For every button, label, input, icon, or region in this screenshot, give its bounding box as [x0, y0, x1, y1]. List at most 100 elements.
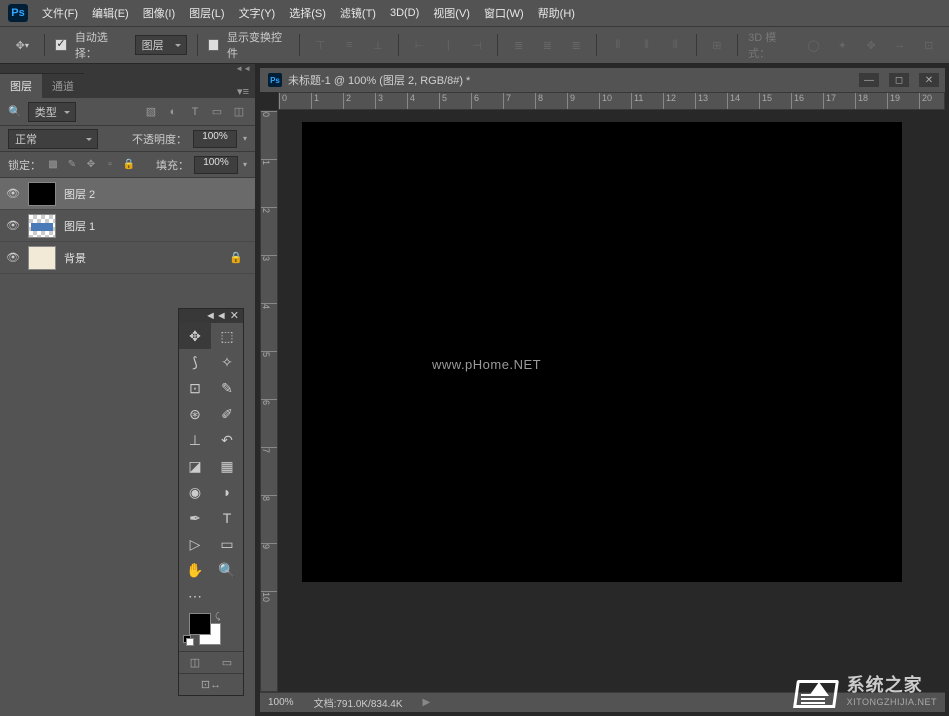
search-icon[interactable]: 🔍	[8, 105, 22, 118]
menu-help[interactable]: 帮助(H)	[538, 5, 575, 21]
distribute-bottom-icon[interactable]: ≣	[566, 35, 587, 55]
horizontal-ruler[interactable]: 01234567891011121314151617181920	[278, 92, 945, 110]
edit-toolbar[interactable]: ⋯	[179, 583, 243, 609]
heal-tool[interactable]: ⊛	[179, 401, 211, 427]
maximize-button[interactable]: ◻	[889, 73, 909, 87]
eyedropper-tool[interactable]: ✎	[211, 375, 243, 401]
auto-align-icon[interactable]: ⊞	[706, 35, 727, 55]
layer-row[interactable]: 👁 背景 🔒	[0, 242, 255, 274]
pen-tool[interactable]: ✒	[179, 505, 211, 531]
align-top-icon[interactable]: ⊤	[310, 35, 331, 55]
zoom-level[interactable]: 100%	[268, 697, 294, 708]
screen-mode-icon[interactable]: ▭	[222, 656, 232, 669]
layer-row[interactable]: 👁 图层 1	[0, 210, 255, 242]
menu-layer[interactable]: 图层(L)	[189, 5, 224, 21]
brush-tool[interactable]: ✐	[211, 401, 243, 427]
layer-kind-dropdown[interactable]: 类型	[28, 102, 76, 122]
zoom-tool[interactable]: 🔍	[211, 557, 243, 583]
menu-filter[interactable]: 滤镜(T)	[340, 5, 376, 21]
auto-select-checkbox[interactable]	[55, 39, 66, 51]
lock-image-icon[interactable]: ✎	[65, 158, 79, 172]
marquee-tool[interactable]: ⬚	[211, 323, 243, 349]
crop-tool[interactable]: ⊡	[179, 375, 211, 401]
move-tool[interactable]: ✥	[179, 323, 211, 349]
document-tab[interactable]: Ps 未标题-1 @ 100% (图层 2, RGB/8#) * — ◻ ✕	[260, 68, 945, 92]
menu-window[interactable]: 窗口(W)	[484, 5, 524, 21]
panel-menu-icon[interactable]: ▾≡	[231, 85, 255, 98]
menu-file[interactable]: 文件(F)	[42, 5, 78, 21]
tab-layers[interactable]: 图层	[0, 73, 42, 98]
move-tool-icon[interactable]: ✥▾	[10, 34, 34, 56]
menu-3d[interactable]: 3D(D)	[390, 7, 419, 19]
layer-name[interactable]: 背景	[64, 250, 86, 266]
align-right-icon[interactable]: ⊣	[467, 35, 488, 55]
align-hcenter-icon[interactable]: |	[438, 35, 459, 55]
visibility-icon[interactable]: 👁	[6, 219, 20, 232]
shape-tool[interactable]: ▭	[211, 531, 243, 557]
minimize-button[interactable]: —	[859, 73, 879, 87]
lock-position-icon[interactable]: ✥	[84, 158, 98, 172]
menu-select[interactable]: 选择(S)	[289, 5, 326, 21]
layer-name[interactable]: 图层 1	[64, 218, 95, 234]
align-vcenter-icon[interactable]: ≡	[339, 35, 360, 55]
layer-thumb[interactable]	[28, 182, 56, 206]
menu-edit[interactable]: 编辑(E)	[92, 5, 129, 21]
filter-pixel-icon[interactable]: ▧	[143, 104, 159, 120]
menu-view[interactable]: 视图(V)	[433, 5, 470, 21]
eraser-tool[interactable]: ◪	[179, 453, 211, 479]
align-left-icon[interactable]: ⊢	[409, 35, 430, 55]
swap-colors-icon[interactable]: ⤹	[215, 611, 220, 622]
panel-collapse-icon[interactable]: ◄◄	[235, 64, 251, 74]
doc-info[interactable]: 文档:791.0K/834.4K	[314, 695, 403, 710]
blur-tool[interactable]: ◉	[179, 479, 211, 505]
filter-shape-icon[interactable]: ▭	[209, 104, 225, 120]
history-brush-tool[interactable]: ↶	[211, 427, 243, 453]
layer-name[interactable]: 图层 2	[64, 186, 95, 202]
magic-wand-tool[interactable]: ✧	[211, 349, 243, 375]
foreground-color[interactable]	[189, 613, 211, 635]
opacity-input[interactable]: 100%	[193, 130, 237, 148]
stamp-tool[interactable]: ⊥	[179, 427, 211, 453]
align-bottom-icon[interactable]: ⊥	[368, 35, 389, 55]
distribute-left-icon[interactable]: ⦀	[607, 35, 628, 55]
gradient-tool[interactable]: ▦	[211, 453, 243, 479]
canvas-viewport[interactable]: www.pHome.NET	[278, 110, 945, 692]
vertical-ruler[interactable]: 012345678910	[260, 110, 278, 692]
fill-input[interactable]: 100%	[194, 156, 238, 174]
status-flyout-icon[interactable]: ▶	[423, 697, 431, 708]
menu-image[interactable]: 图像(I)	[143, 5, 175, 21]
close-button[interactable]: ✕	[919, 73, 939, 87]
hand-tool[interactable]: ✋	[179, 557, 211, 583]
path-select-tool[interactable]: ▷	[179, 531, 211, 557]
toolbox-collapse-icon[interactable]: ◄◄ ✕	[205, 309, 239, 323]
layer-thumb[interactable]	[28, 246, 56, 270]
dodge-tool[interactable]: ◗	[211, 479, 243, 505]
lasso-tool[interactable]: ⟆	[179, 349, 211, 375]
menu-type[interactable]: 文字(Y)	[239, 5, 276, 21]
layer-list: 👁 图层 2 👁 图层 1 👁 背景 🔒	[0, 178, 255, 274]
filter-adjust-icon[interactable]: ◐	[165, 104, 181, 120]
lock-transparent-icon[interactable]: ▩	[46, 158, 60, 172]
distribute-top-icon[interactable]: ≣	[508, 35, 529, 55]
distribute-hcenter-icon[interactable]: ⦀	[636, 35, 657, 55]
filter-smart-icon[interactable]: ◫	[231, 104, 247, 120]
lock-artboard-icon[interactable]: ▫	[103, 158, 117, 172]
tab-channels[interactable]: 通道	[42, 73, 84, 98]
visibility-icon[interactable]: 👁	[6, 187, 20, 200]
filter-type-icon[interactable]: T	[187, 104, 203, 120]
screen-mode-toggle[interactable]: ⊡↔	[201, 678, 221, 691]
distribute-right-icon[interactable]: ⦀	[665, 35, 686, 55]
type-tool[interactable]: T	[211, 505, 243, 531]
auto-select-target-dropdown[interactable]: 图层	[135, 35, 187, 55]
lock-all-icon[interactable]: 🔒	[122, 158, 136, 172]
default-colors-icon[interactable]	[183, 635, 193, 645]
layer-thumb[interactable]	[28, 214, 56, 238]
transform-controls-checkbox[interactable]	[208, 39, 219, 51]
opacity-label: 不透明度：	[132, 131, 187, 147]
blend-mode-dropdown[interactable]: 正常	[8, 129, 98, 149]
quick-mask-icon[interactable]: ◫	[190, 656, 200, 669]
visibility-icon[interactable]: 👁	[6, 251, 20, 264]
distribute-vcenter-icon[interactable]: ≣	[537, 35, 558, 55]
canvas[interactable]: www.pHome.NET	[302, 122, 902, 582]
layer-row[interactable]: 👁 图层 2	[0, 178, 255, 210]
